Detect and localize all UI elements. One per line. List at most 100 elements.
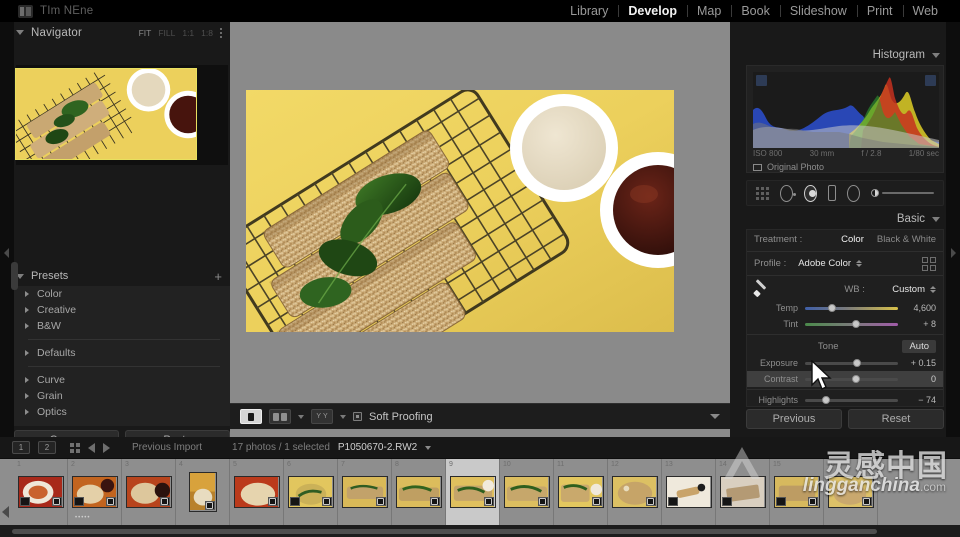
crop-badge[interactable] (322, 497, 332, 506)
collapse-right-panel-icon[interactable] (951, 248, 956, 258)
thumbnail-image[interactable] (234, 476, 280, 508)
crop-overlay-icon[interactable] (756, 187, 769, 200)
preset-group-optics[interactable]: Optics (14, 404, 230, 420)
list-item[interactable]: 3 (122, 459, 176, 525)
presets-header[interactable]: Presets + (0, 266, 230, 286)
star-rating[interactable]: ••••• (75, 515, 91, 521)
preset-group-creative[interactable]: Creative (14, 302, 230, 318)
slider-handle[interactable] (852, 320, 860, 328)
thumbnail-image[interactable] (18, 476, 64, 508)
list-item[interactable]: 1 (14, 459, 68, 525)
list-item[interactable]: 8 (392, 459, 446, 525)
metadata-badge[interactable] (668, 497, 678, 506)
auto-tone-button[interactable]: Auto (902, 340, 936, 353)
masking-icon[interactable] (828, 185, 837, 201)
preset-group-color[interactable]: Color (14, 286, 230, 302)
thumbnail-image[interactable] (720, 476, 766, 508)
crop-badge[interactable] (52, 497, 62, 506)
crop-badge[interactable] (376, 497, 386, 506)
metadata-badge[interactable] (74, 497, 84, 506)
compare-view-icon[interactable] (269, 409, 291, 424)
filmstrip-index-button[interactable]: 1 (12, 441, 30, 454)
thumbnail-image[interactable] (612, 476, 658, 508)
module-map[interactable]: Map (687, 0, 731, 22)
preset-group-defaults[interactable]: Defaults (14, 345, 230, 361)
navigator-thumbnail[interactable] (15, 68, 197, 160)
metadata-badge[interactable] (776, 497, 786, 506)
thumbnail-image[interactable] (126, 476, 172, 508)
left-panel-scrollbar[interactable] (11, 262, 18, 290)
navigator-header[interactable]: Navigator FIT FILL 1:1 1:8 (0, 22, 230, 43)
chevron-right-icon[interactable] (25, 377, 29, 383)
slider-temp[interactable]: Temp 4,600 (747, 300, 943, 316)
module-web[interactable]: Web (903, 0, 948, 22)
module-slideshow[interactable]: Slideshow (780, 0, 857, 22)
zoom-fit[interactable]: FIT (139, 28, 152, 38)
reset-button[interactable]: Reset (848, 409, 944, 429)
list-item[interactable]: 12 (608, 459, 662, 525)
zoom-menu-icon[interactable] (220, 28, 222, 38)
module-develop[interactable]: Develop (618, 0, 687, 22)
list-item[interactable]: 2 ••••• (68, 459, 122, 525)
slider-highlights[interactable]: Highlights − 74 (747, 392, 943, 407)
previous-photo-icon[interactable] (88, 443, 95, 453)
zoom-fill[interactable]: FILL (158, 28, 175, 38)
chevron-down-icon[interactable] (932, 53, 940, 58)
module-library[interactable]: Library (560, 0, 618, 22)
chevron-down-icon[interactable] (425, 446, 431, 450)
right-panel-edge[interactable] (946, 22, 960, 437)
source-label[interactable]: Previous Import (132, 442, 202, 453)
slider-handle[interactable] (853, 359, 861, 367)
slider-track[interactable] (805, 394, 898, 406)
profile-browser-icon[interactable] (922, 257, 936, 271)
treatment-bw-option[interactable]: Black & White (877, 234, 936, 245)
zoom-custom[interactable]: 1:8 (201, 28, 213, 38)
list-item[interactable]: 14 (716, 459, 770, 525)
amount-slider-icon[interactable] (871, 189, 934, 197)
wb-dropdown-icon[interactable] (930, 286, 936, 293)
chevron-right-icon[interactable] (25, 291, 29, 297)
crop-badge[interactable] (268, 497, 278, 506)
slider-track[interactable] (805, 357, 898, 369)
highlight-clipping-indicator[interactable] (925, 75, 936, 86)
slider-track[interactable] (805, 302, 898, 314)
thumbnail-image[interactable] (342, 476, 388, 508)
list-item[interactable]: 11 (554, 459, 608, 525)
histogram-plot[interactable] (753, 72, 939, 148)
chevron-down-icon[interactable] (298, 415, 304, 419)
list-item[interactable]: 6 (284, 459, 338, 525)
list-item[interactable]: 7 (338, 459, 392, 525)
slider-exposure[interactable]: Exposure + 0.15 (747, 355, 943, 371)
thumbnail-image[interactable] (504, 476, 550, 508)
crop-badge[interactable] (862, 497, 872, 506)
red-eye-correction-icon[interactable] (804, 185, 817, 202)
filmstrip-scroll-left-icon[interactable] (2, 506, 9, 518)
filmstrip-scroll-thumb[interactable] (12, 529, 877, 534)
filmstrip-scrollbar[interactable] (0, 525, 960, 537)
zoom-1to1[interactable]: 1:1 (182, 28, 194, 38)
metadata-badge[interactable] (722, 497, 732, 506)
crop-badge[interactable] (538, 497, 548, 506)
chevron-right-icon[interactable] (25, 393, 29, 399)
thumbnail-image[interactable] (558, 476, 604, 508)
thumbnail-image[interactable] (288, 476, 334, 508)
slider-handle[interactable] (852, 375, 860, 383)
thumbnail-image[interactable] (774, 476, 820, 508)
chevron-down-icon[interactable] (932, 217, 940, 222)
preset-group-grain[interactable]: Grain (14, 388, 230, 404)
list-item[interactable]: 16 (824, 459, 878, 525)
metadata-badge[interactable] (290, 497, 300, 506)
chevron-down-icon[interactable] (16, 30, 24, 35)
wb-value[interactable]: Custom (892, 284, 925, 295)
chevron-right-icon[interactable] (25, 409, 29, 415)
spot-removal-icon[interactable] (780, 185, 793, 202)
white-balance-selector-icon[interactable] (754, 282, 769, 297)
profile-value[interactable]: Adobe Color (798, 258, 851, 269)
thumbnail-image[interactable] (666, 476, 712, 508)
grid-view-icon[interactable] (70, 443, 80, 453)
main-photo[interactable] (246, 90, 674, 332)
slider-tint[interactable]: Tint + 8 (747, 316, 943, 332)
crop-badge[interactable] (484, 497, 494, 506)
radial-filter-icon[interactable] (847, 185, 860, 202)
slider-track[interactable] (805, 318, 898, 330)
